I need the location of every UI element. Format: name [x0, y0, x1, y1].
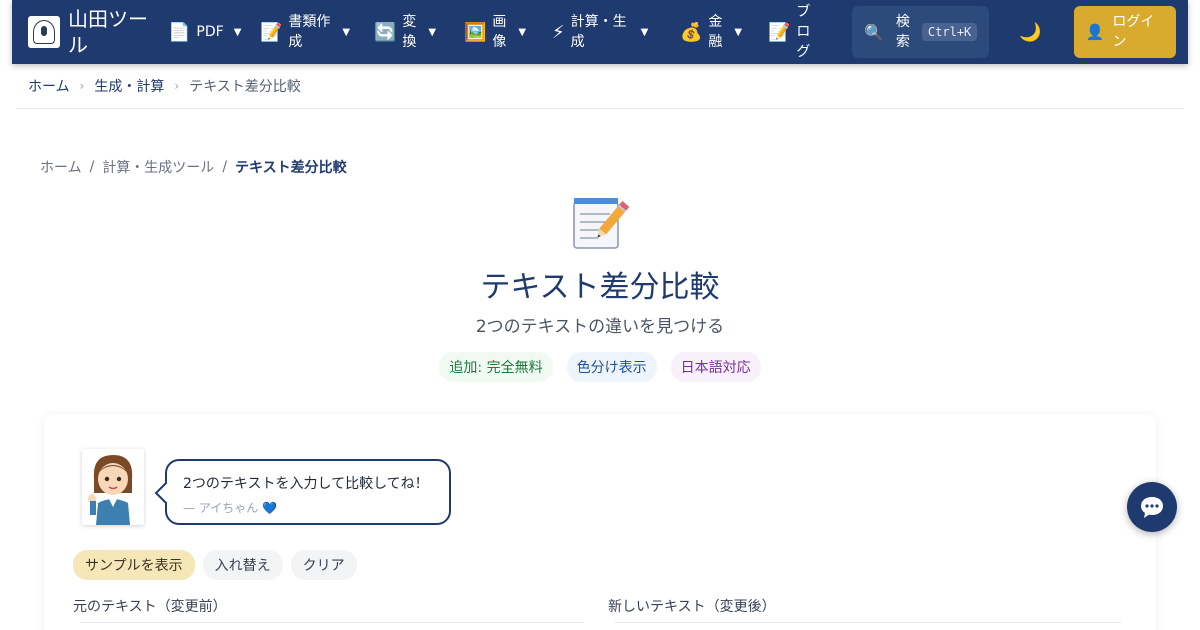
memo-icon: 📝: [768, 21, 791, 43]
new-text-label: 新しいテキスト（変更後）: [608, 599, 776, 615]
nav-menu-convert[interactable]: 🔄 変換 ▼: [366, 0, 456, 64]
breadcrumb-separator: ›: [79, 79, 85, 93]
action-buttons: サンプルを表示 入れ替え クリア: [73, 550, 357, 580]
search-label: 検索: [895, 14, 910, 50]
memo-pencil-icon: [570, 196, 630, 252]
refresh-icon: 🔄: [374, 21, 397, 43]
brand-link[interactable]: 山田ツール: [28, 0, 160, 64]
badge-japanese-support: 日本語対応: [670, 352, 761, 382]
keyboard-shortcut: Ctrl+K: [921, 23, 978, 41]
mascot-message: 2つのテキストを入力して比較してね！: [183, 476, 429, 492]
nav-link-blog[interactable]: 📝 ブログ: [760, 0, 830, 64]
breadcrumb: ホーム › 生成・計算 › テキスト差分比較: [16, 64, 1184, 109]
chevron-down-icon: ▼: [734, 26, 743, 38]
lightning-icon: ⚡: [552, 21, 565, 43]
badge-color-coded: 色分け表示: [566, 352, 657, 382]
brand-name: 山田ツール: [68, 7, 148, 57]
login-label: ログイン: [1112, 14, 1155, 50]
login-button[interactable]: 👤 ログイン: [1073, 6, 1176, 58]
page-title: テキスト差分比較: [480, 270, 720, 305]
money-bag-icon: 💰: [680, 21, 703, 43]
nav-menu-calc[interactable]: ⚡ 計算・生成 ▼: [544, 0, 672, 64]
nav-label: 計算・生成: [570, 14, 627, 50]
mascot-speech-bubble: 2つのテキストを入力して比較してね！ — アイちゃん 💙: [165, 459, 451, 525]
user-icon: 👤: [1085, 23, 1105, 41]
nav-label: 画像: [492, 14, 507, 50]
nav-label: 書類作成: [288, 14, 331, 50]
nav-menu-finance[interactable]: 💰 金融 ▼: [672, 0, 760, 64]
nav-label: ブログ: [796, 4, 811, 60]
chat-bubble-icon: [1141, 497, 1163, 518]
document-icon: 📄: [168, 21, 191, 43]
search-icon: 🔍: [864, 22, 884, 42]
top-navbar: 山田ツール 📄 PDF ▼ 📝 書類作成 ▼ 🔄 変換 ▼ 🖼️ 画像 ▼ ⚡ …: [12, 0, 1188, 64]
nav-label: 金融: [708, 14, 723, 50]
new-text-area-edge[interactable]: [615, 622, 1121, 623]
picture-icon: 🖼️: [464, 21, 487, 43]
swap-button[interactable]: 入れ替え: [202, 550, 283, 580]
breadcrumb-separator: /: [89, 159, 95, 175]
page-breadcrumb-section[interactable]: 計算・生成ツール: [102, 157, 214, 177]
page-breadcrumb-current: テキスト差分比較: [235, 160, 347, 176]
nav-menu-image[interactable]: 🖼️ 画像 ▼: [456, 0, 544, 64]
clear-button[interactable]: クリア: [290, 550, 357, 580]
nav-label: 変換: [402, 14, 417, 50]
chevron-down-icon: ▼: [518, 26, 527, 38]
breadcrumb-separator: ›: [174, 79, 180, 93]
feature-badges: 追加: 完全無料 色分け表示 日本語対応: [0, 352, 1200, 382]
original-text-label: 元のテキスト（変更前）: [73, 599, 227, 615]
chevron-down-icon: ▼: [640, 26, 649, 38]
breadcrumb-home[interactable]: ホーム: [28, 76, 70, 96]
show-sample-button[interactable]: サンプルを表示: [73, 550, 195, 580]
page-breadcrumb-home[interactable]: ホーム: [40, 157, 82, 177]
breadcrumb-section[interactable]: 生成・計算: [94, 76, 164, 96]
nav-menu-documents[interactable]: 📝 書類作成 ▼: [252, 0, 366, 64]
page-subtitle: 2つのテキストの違いを見つける: [475, 317, 725, 337]
dark-mode-toggle-icon[interactable]: 🌙: [1019, 22, 1041, 43]
badge-free: 追加: 完全無料: [439, 352, 553, 382]
original-text-area-edge[interactable]: [80, 622, 584, 623]
chevron-down-icon: ▼: [342, 26, 351, 38]
brand-logo-icon: [28, 16, 60, 48]
memo-icon: 📝: [260, 21, 283, 43]
chevron-down-icon: ▼: [233, 26, 242, 38]
nav-label: PDF: [196, 24, 224, 40]
breadcrumb-current: テキスト差分比較: [189, 79, 301, 95]
chevron-down-icon: ▼: [428, 26, 437, 38]
page-breadcrumb: ホーム / 計算・生成ツール / テキスト差分比較: [40, 157, 347, 177]
chat-button[interactable]: [1127, 482, 1177, 532]
breadcrumb-separator: /: [222, 159, 228, 175]
nav-menu-pdf[interactable]: 📄 PDF ▼: [160, 0, 252, 64]
mascot-signature: — アイちゃん 💙: [183, 501, 277, 515]
search-button[interactable]: 🔍 検索 Ctrl+K: [852, 6, 990, 58]
mascot-avatar: [82, 449, 144, 525]
